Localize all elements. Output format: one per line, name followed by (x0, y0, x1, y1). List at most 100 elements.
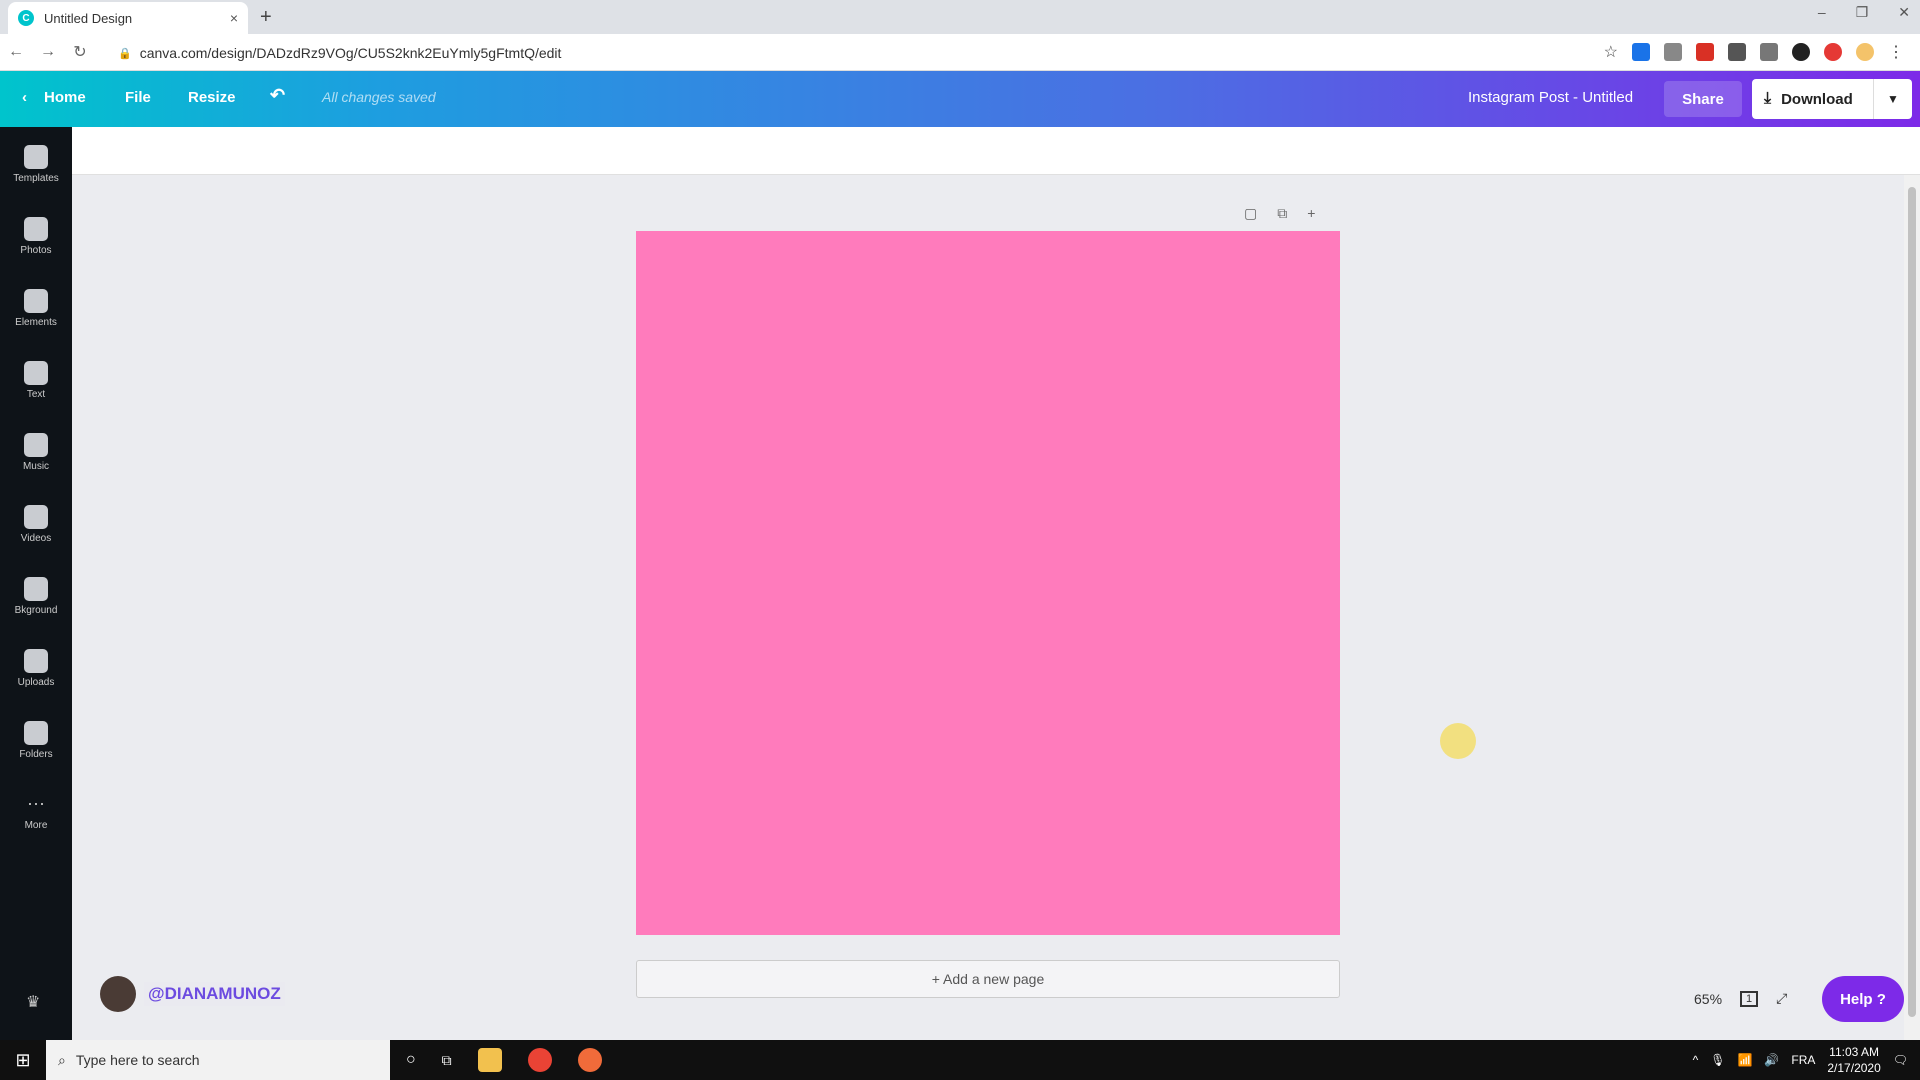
design-page[interactable] (636, 231, 1340, 935)
vertical-scrollbar[interactable] (1904, 175, 1920, 1040)
canva-favicon-icon: C (18, 10, 34, 26)
extension-icons: ☆ ⋮ (1604, 42, 1904, 62)
cortana-icon[interactable]: ○ (406, 1051, 416, 1069)
lock-icon: 🔒 (118, 47, 132, 60)
time: 11:03 AM (1829, 1045, 1879, 1059)
sidebar-item-label: Music (22, 461, 50, 472)
page-notes-icon[interactable]: ▢ (1244, 205, 1257, 222)
close-tab-icon[interactable]: × (230, 10, 238, 26)
page-count-icon[interactable]: 1 (1740, 990, 1759, 1007)
profile-avatar[interactable] (1856, 43, 1874, 61)
network-icon[interactable]: 📶 (1737, 1053, 1752, 1067)
sidebar-item-label: Uploads (17, 677, 55, 688)
reload-icon[interactable]: ↻ (64, 42, 96, 62)
windows-start-icon[interactable]: ⊞ (0, 1050, 46, 1071)
fullscreen-icon[interactable]: ⤢ (1776, 990, 1787, 1007)
minimize-icon[interactable]: – (1818, 4, 1826, 21)
file-explorer-icon[interactable] (477, 1048, 502, 1072)
window-controls: – ❐ ✕ (1818, 4, 1910, 21)
help-button[interactable]: Help ? (1822, 976, 1904, 1022)
videos-icon (24, 505, 48, 529)
browser-menu-icon[interactable]: ⋮ (1888, 42, 1904, 62)
chrome-icon[interactable] (527, 1048, 552, 1072)
sidebar-item-label: Elements (15, 317, 57, 328)
restore-icon[interactable]: ❐ (1856, 4, 1869, 21)
close-window-icon[interactable]: ✕ (1898, 4, 1910, 21)
sidebar-item-uploads[interactable]: Uploads (0, 645, 72, 705)
extension-icon[interactable] (1728, 43, 1746, 61)
zoom-level[interactable]: 65% (1694, 991, 1722, 1007)
sidebar-item-videos[interactable]: Videos (0, 501, 72, 561)
microphone-icon[interactable]: 🎙 (1710, 1053, 1725, 1067)
download-icon: ⤓ (1764, 90, 1772, 107)
system-tray: ^ 🎙 📶 🔊 FRA 11:03 AM 2/17/2020 🗨 (1693, 1040, 1920, 1080)
folders-icon (24, 721, 48, 745)
download-main[interactable]: ⤓ Download (1752, 79, 1874, 119)
home-button[interactable]: Home (44, 89, 86, 106)
download-button[interactable]: ⤓ Download ▼ (1752, 79, 1912, 119)
chevron-left-icon[interactable]: ‹ (22, 89, 27, 106)
crown-icon[interactable]: ♛ (26, 992, 40, 1012)
search-icon: ⌕ (58, 1051, 66, 1068)
taskbar-apps: ○ ⧉ (406, 1048, 602, 1072)
sidebar-item-templates[interactable]: Templates (0, 141, 72, 201)
photos-icon (24, 217, 48, 241)
sidebar-item-background[interactable]: Bkground (0, 573, 72, 633)
extension-icon[interactable] (1792, 43, 1810, 61)
sidebar-item-label: Folders (19, 749, 53, 760)
add-page-button[interactable]: + Add a new page (636, 960, 1340, 998)
tray-chevron-icon[interactable]: ^ (1693, 1053, 1699, 1067)
sidebar-item-label: Photos (20, 245, 52, 256)
forward-icon[interactable]: → (32, 43, 64, 61)
windows-taskbar: ⊞ ⌕ Type here to search ○ ⧉ ^ 🎙 📶 🔊 FRA … (0, 1040, 1920, 1080)
sidebar-item-label: More (24, 820, 48, 831)
date: 2/17/2020 (1827, 1061, 1881, 1075)
browser-tab-bar: C Untitled Design × + – ❐ ✕ (0, 0, 1920, 34)
taskbar-search-input[interactable]: ⌕ Type here to search (46, 1040, 390, 1080)
sidebar-item-photos[interactable]: Photos (0, 213, 72, 273)
editor-toolbar (72, 127, 1920, 175)
extension-icon[interactable] (1824, 43, 1842, 61)
extension-icon[interactable] (1696, 43, 1714, 61)
new-tab-button[interactable]: + (260, 6, 272, 29)
back-icon[interactable]: ← (0, 43, 32, 61)
extension-icon[interactable] (1664, 43, 1682, 61)
share-button[interactable]: Share (1664, 81, 1742, 117)
app-icon[interactable] (577, 1048, 602, 1072)
notifications-icon[interactable]: 🗨 (1893, 1053, 1908, 1067)
sidebar-item-more[interactable]: ··· More (0, 789, 72, 849)
task-view-icon[interactable]: ⧉ (442, 1052, 452, 1069)
resize-button[interactable]: Resize (188, 89, 236, 106)
watermark: @DIANAMUNOZ (100, 976, 285, 1012)
sidebar-item-folders[interactable]: Folders (0, 717, 72, 777)
address-bar-row: ← → ↻ 🔒 canva.com/design/DADzdRz9VOg/CU5… (0, 34, 1920, 71)
url-text: canva.com/design/DADzdRz9VOg/CU5S2knk2Eu… (139, 45, 562, 61)
volume-icon[interactable]: 🔊 (1764, 1053, 1779, 1067)
sidebar-item-label: Text (26, 389, 46, 400)
add-page-icon[interactable]: + (1307, 205, 1315, 222)
sidebar-item-music[interactable]: Music (0, 429, 72, 489)
bookmark-star-icon[interactable]: ☆ (1604, 42, 1618, 62)
design-title[interactable]: Instagram Post - Untitled (1468, 89, 1633, 106)
sidebar-item-text[interactable]: Text (0, 357, 72, 417)
undo-icon[interactable]: ↶ (270, 85, 285, 106)
scrollbar-thumb[interactable] (1908, 187, 1916, 1017)
extension-icon[interactable] (1760, 43, 1778, 61)
duplicate-page-icon[interactable]: ⧉ (1277, 205, 1287, 222)
search-placeholder: Type here to search (75, 1052, 200, 1068)
language-indicator[interactable]: FRA (1791, 1053, 1815, 1067)
avatar (100, 976, 136, 1012)
sidebar-item-elements[interactable]: Elements (0, 285, 72, 345)
file-menu-button[interactable]: File (125, 89, 151, 106)
cursor-highlight (1440, 723, 1476, 759)
uploads-icon (24, 649, 48, 673)
zoom-controls: 65% 1 ⤢ (1694, 990, 1787, 1007)
clock[interactable]: 11:03 AM 2/17/2020 (1827, 1044, 1880, 1076)
left-sidebar: Templates Photos Elements Text Music Vid… (0, 127, 72, 1040)
chevron-down-icon[interactable]: ▼ (1874, 92, 1912, 106)
url-bar[interactable]: 🔒 canva.com/design/DADzdRz9VOg/CU5S2knk2… (118, 41, 1598, 65)
browser-tab[interactable]: C Untitled Design × (8, 2, 248, 34)
watermark-handle: @DIANAMUNOZ (144, 982, 285, 1006)
templates-icon (24, 145, 48, 169)
extension-icon[interactable] (1632, 43, 1650, 61)
